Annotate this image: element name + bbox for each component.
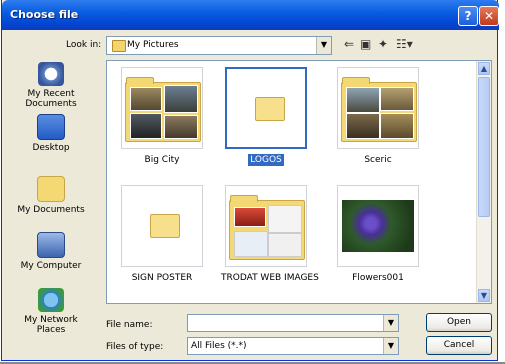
folder-icon [341, 77, 417, 142]
place-my-recent-documents[interactable]: My Recent Documents [6, 62, 96, 109]
trodat-web-images-thumbnail [225, 185, 307, 267]
my-computer-icon [37, 232, 65, 258]
place-my-network-places[interactable]: My Network Places [6, 288, 96, 335]
dialog-title: Choose file [10, 8, 79, 21]
place-label: Desktop [32, 143, 70, 153]
folder-icon [255, 97, 285, 121]
folder-icon [112, 40, 126, 52]
my-documents-icon [37, 176, 65, 202]
chevron-down-icon[interactable]: ▼ [316, 37, 331, 54]
look-in-label: Look in: [66, 40, 102, 50]
network-places-icon [38, 288, 64, 312]
file-item-flowers001[interactable]: Flowers001 [333, 185, 423, 297]
file-item-sign-poster[interactable]: SIGN POSTER [117, 185, 207, 297]
chevron-down-icon[interactable]: ▼ [383, 338, 398, 354]
new-folder-icon[interactable]: ✦ [378, 37, 388, 51]
logos-thumbnail [225, 67, 307, 149]
place-label: My Computer [20, 261, 82, 271]
up-folder-icon[interactable]: ▣ [360, 37, 371, 51]
big-city-thumbnail [121, 67, 203, 149]
title-bar[interactable]: Choose file ? ✕ [2, 0, 499, 30]
file-name-label: File name: [106, 320, 153, 330]
back-arrow-icon[interactable]: ⇐ [344, 37, 354, 51]
file-item-trodat-web-images[interactable]: TRODAT WEB IMAGES [221, 185, 319, 297]
file-item-label: TRODAT WEB IMAGES [221, 273, 319, 283]
place-label: My Network [24, 315, 78, 325]
cancel-button[interactable]: Cancel [426, 336, 492, 355]
file-list[interactable]: Big City LOGOS Sceric SIGN POSTER TRODAT… [106, 60, 492, 304]
file-item-label-text: Big City [144, 155, 180, 165]
open-button[interactable]: Open [426, 313, 492, 332]
place-my-computer[interactable]: My Computer [6, 232, 96, 271]
file-item-label: Flowers001 [333, 273, 423, 283]
place-label: My Recent [27, 89, 75, 99]
folder-icon [150, 214, 180, 238]
scroll-thumb[interactable] [478, 77, 490, 217]
view-menu-icon[interactable]: ☷▾ [396, 37, 413, 51]
close-button[interactable]: ✕ [479, 6, 499, 26]
flowers001-thumbnail [337, 185, 419, 267]
folder-icon [125, 77, 201, 142]
file-item-label: Sceric [333, 155, 423, 165]
place-my-documents[interactable]: My Documents [6, 176, 96, 215]
place-desktop[interactable]: Desktop [6, 114, 96, 153]
recent-documents-icon [38, 62, 64, 86]
files-of-type-dropdown[interactable]: All Files (*.*) ▼ [187, 337, 399, 355]
chevron-down-icon[interactable]: ▼ [383, 315, 398, 331]
place-label: Places [36, 325, 66, 335]
files-of-type-label: Files of type: [106, 342, 164, 352]
place-label: My Documents [17, 205, 85, 215]
file-name-field[interactable]: ▼ [187, 314, 399, 332]
file-item-label-text: Sceric [364, 155, 392, 165]
flowers-photo [342, 200, 414, 252]
place-label: Documents [25, 99, 77, 109]
desktop-icon [37, 114, 65, 140]
help-button[interactable]: ? [458, 6, 478, 26]
sign-poster-thumbnail [121, 185, 203, 267]
file-item-label: SIGN POSTER [117, 273, 207, 283]
look-in-value: My Pictures [127, 40, 179, 50]
scroll-down-icon[interactable]: ▼ [478, 289, 490, 302]
file-item-logos[interactable]: LOGOS [221, 67, 311, 179]
look-in-dropdown[interactable]: My Pictures ▼ [106, 36, 332, 55]
file-item-label-text: SIGN POSTER [131, 273, 193, 283]
file-item-label-text: Flowers001 [352, 273, 404, 283]
choose-file-dialog: Choose file ? ✕ Look in: My Pictures ▼ ⇐… [1, 0, 499, 361]
files-of-type-value: All Files (*.*) [191, 341, 247, 351]
file-item-label-text: LOGOS [248, 154, 284, 166]
file-item-sceric[interactable]: Sceric [333, 67, 423, 179]
sceric-thumbnail [337, 67, 419, 149]
file-item-label-text: TRODAT WEB IMAGES [221, 273, 319, 283]
folder-icon [229, 195, 305, 260]
file-list-scrollbar[interactable]: ▲ ▼ [476, 61, 491, 303]
file-item-label: LOGOS [221, 154, 311, 166]
scroll-up-icon[interactable]: ▲ [478, 62, 490, 75]
file-item-big-city[interactable]: Big City [117, 67, 207, 179]
file-item-label: Big City [117, 155, 207, 165]
